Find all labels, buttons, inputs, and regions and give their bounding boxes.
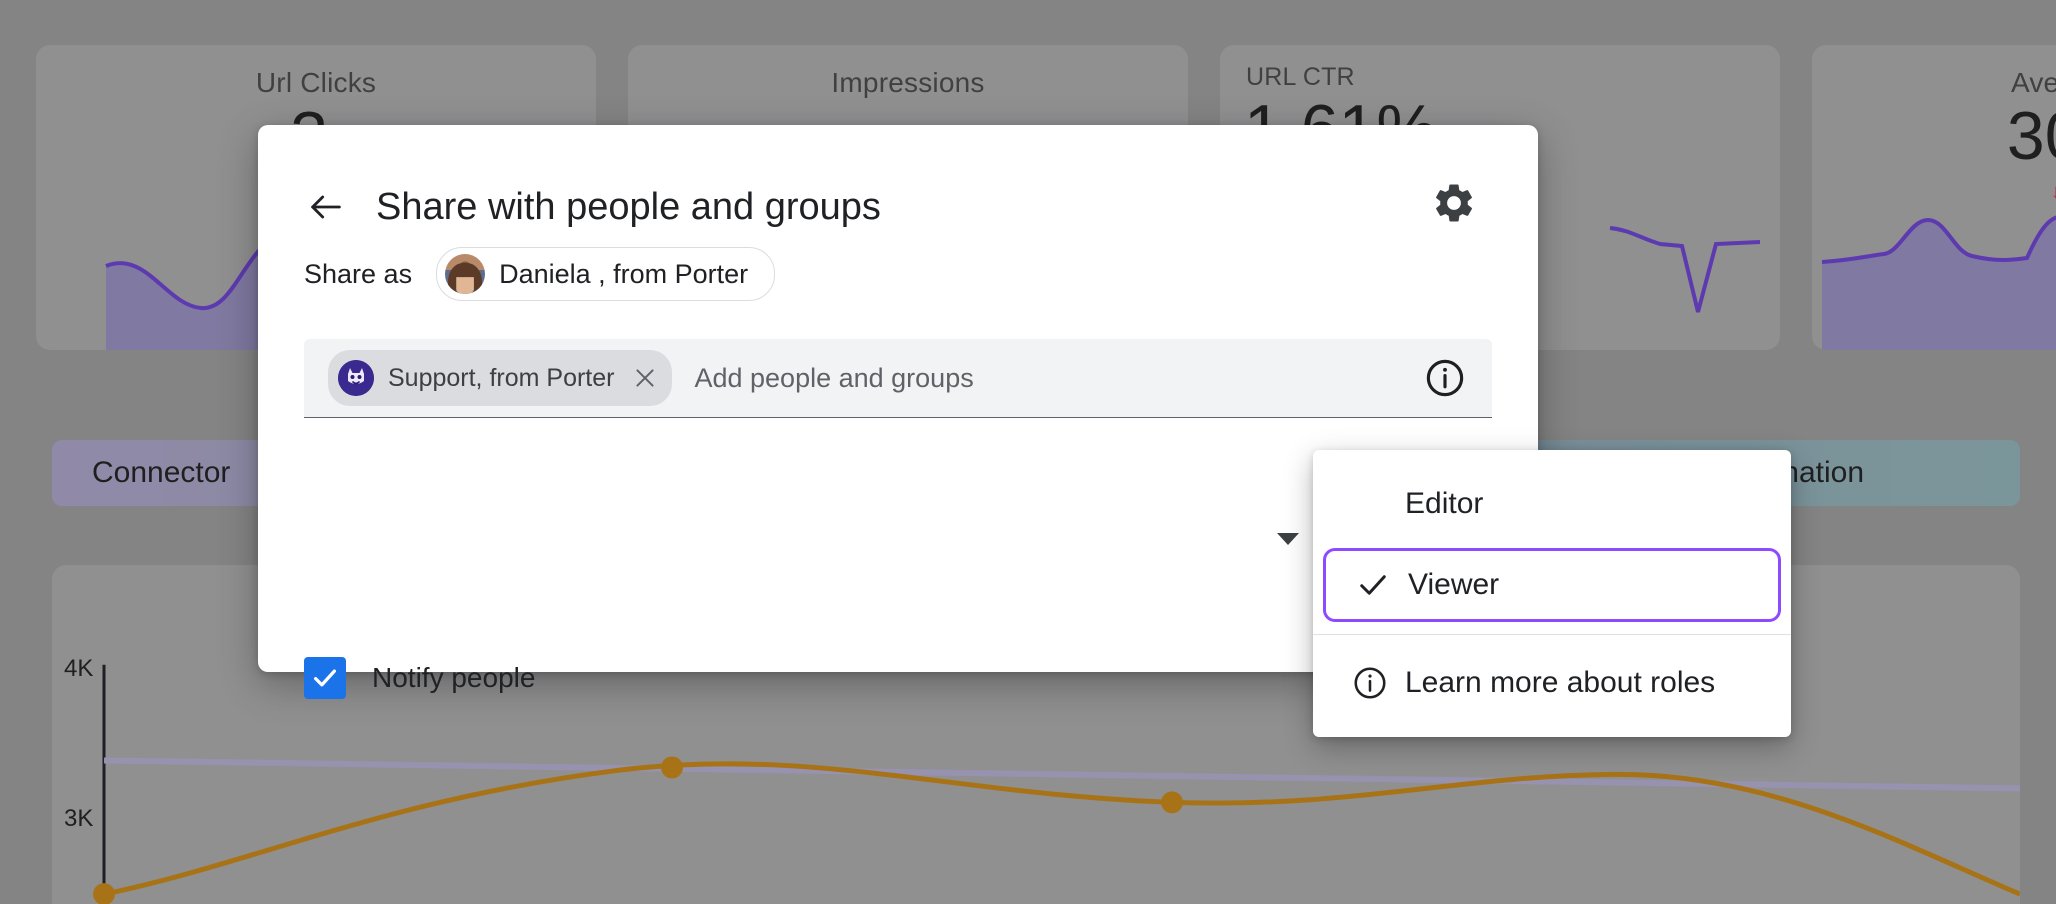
menu-item-label: Editor — [1405, 487, 1484, 520]
share-input-row[interactable]: Support, from Porter Add people and grou… — [304, 339, 1492, 417]
avatar — [445, 254, 486, 294]
menu-item-label: Viewer — [1408, 568, 1500, 601]
share-as-label: Share as — [304, 258, 413, 289]
share-as-account-chip[interactable]: Daniela , from Porter — [436, 247, 776, 301]
info-icon — [1335, 665, 1405, 701]
checkbox-checked-icon — [304, 657, 346, 699]
menu-divider — [1313, 634, 1791, 635]
menu-item-learn-more[interactable]: Learn more about roles — [1313, 643, 1791, 723]
role-dropdown-menu: Editor Viewer Learn more about roles — [1313, 450, 1791, 737]
share-as-account-name: Daniela , from Porter — [499, 258, 749, 289]
menu-item-label: Learn more about roles — [1405, 666, 1716, 699]
check-icon — [1338, 567, 1408, 603]
notify-people-checkbox[interactable]: Notify people — [304, 657, 535, 699]
chevron-down-icon — [1277, 533, 1299, 545]
notify-people-label: Notify people — [372, 662, 536, 693]
dialog-header: Share with people and groups — [258, 125, 1538, 229]
menu-item-editor[interactable]: Editor — [1313, 464, 1791, 544]
recipient-chip[interactable]: Support, from Porter — [328, 350, 673, 406]
share-as-row: Share as Daniela , from Porter — [258, 229, 1538, 301]
avatar-icon — [338, 360, 374, 396]
gear-icon[interactable] — [1428, 177, 1480, 229]
info-icon[interactable] — [1422, 355, 1468, 401]
dialog-title: Share with people and groups — [376, 185, 881, 228]
add-people-input[interactable]: Add people and groups — [694, 363, 1422, 394]
arrow-left-icon[interactable] — [304, 185, 348, 229]
recipient-chip-label: Support, from Porter — [388, 363, 615, 392]
menu-item-viewer[interactable]: Viewer — [1323, 548, 1781, 622]
share-input-region: Support, from Porter Add people and grou… — [304, 339, 1492, 418]
close-icon[interactable] — [628, 361, 662, 395]
